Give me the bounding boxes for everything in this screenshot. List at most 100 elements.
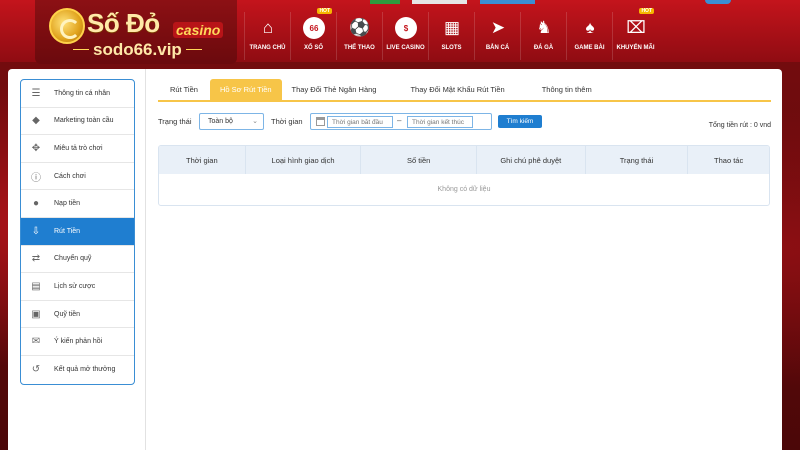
nav-item-casino-chip[interactable]: $ LIVE CASINO — [382, 12, 428, 60]
tab-1[interactable]: Rút Tiền — [158, 79, 210, 100]
sidebar-item-11[interactable]: ↺ Kết quả mở thưởng — [21, 356, 134, 384]
nav-item-gift[interactable]: ⌧ KHUYẾN MÃI HOT — [612, 8, 658, 60]
info-icon: ⓘ — [31, 172, 41, 184]
piggy-bank-icon: ● — [32, 198, 40, 210]
top-grey-button[interactable] — [412, 0, 467, 4]
sidebar-item-label: Lịch sử cược — [54, 282, 96, 290]
sidebar-item-10[interactable]: ✉ Ý kiến phản hồi — [21, 328, 134, 356]
nav-label: ĐÁ GÀ — [533, 45, 554, 51]
lottery-ball-icon: 66 — [303, 17, 325, 39]
sidebar-item-label: Ý kiến phản hồi — [54, 338, 103, 346]
column-header[interactable]: Thao tác — [688, 146, 769, 174]
sidebar-item-label: Kết quả mở thưởng — [54, 366, 116, 374]
hot-badge: HOT — [317, 8, 332, 14]
fund-icon: ▣ — [31, 308, 41, 320]
nav-item-soccer-ball[interactable]: ⚽ THỂ THAO — [336, 12, 382, 60]
sidebar-item-1[interactable]: ☰ Thông tin cá nhân — [21, 80, 134, 108]
fish-icon: ➤ — [490, 18, 506, 37]
total-withdrawn: Tổng tiền rút : 0 vnd — [708, 122, 771, 129]
sidebar-item-label: Thông tin cá nhân — [54, 89, 111, 97]
sidebar-item-label: Cách chơi — [54, 172, 86, 180]
start-date-input[interactable] — [327, 116, 393, 128]
chat-bubble-icon: ✉ — [31, 336, 41, 348]
site-logo[interactable]: Số Đỏ casino sodo66.vip — [35, 0, 237, 64]
soccer-ball-icon: ⚽ — [349, 18, 371, 37]
end-date-input[interactable] — [407, 116, 473, 128]
search-button[interactable]: Tìm kiếm — [498, 115, 542, 128]
nav-item-playing-cards[interactable]: ♠ GAME BÀI — [566, 12, 612, 60]
logo-coin-icon — [49, 8, 85, 44]
rooster-icon: ♞ — [536, 18, 552, 37]
column-header[interactable]: Loại hình giao dịch — [246, 146, 362, 174]
top-blue-button[interactable] — [480, 0, 535, 4]
home-icon: ⌂ — [262, 18, 274, 37]
sidebar-item-label: Nạp tiền — [54, 200, 81, 208]
sidebar-item-8[interactable]: ▤ Lịch sử cược — [21, 273, 134, 301]
hot-badge: HOT — [639, 8, 654, 14]
date-range-picker: – — [310, 113, 492, 130]
nav-item-fish[interactable]: ➤ BẮN CÁ — [474, 12, 520, 60]
table-header: Thời gian Loại hình giao dịch Số tiền Ghi c… — [159, 146, 769, 174]
nav-item-lottery-ball[interactable]: 66 XỔ SỐ HOT — [290, 8, 336, 60]
account-panel: ☰ Thông tin cá nhân ◆ Marketing toàn cầu ✥ Mi… — [8, 69, 782, 450]
sidebar-item-label: Quỹ tiền — [54, 310, 81, 318]
gift-icon: ⌧ — [626, 18, 646, 37]
status-select[interactable]: Toàn bộ ⌄ — [199, 113, 264, 130]
nav-item-slot-machine[interactable]: ▦ SLOTS — [428, 12, 474, 60]
history-list-icon: ▤ — [31, 280, 41, 292]
sidebar-item-3[interactable]: ✥ Miêu tả trò chơi — [21, 135, 134, 163]
column-header[interactable]: Số tiền — [361, 146, 477, 174]
main-nav: ⌂ TRANG CHỦ 66 XỔ SỐ HOT ⚽ THỂ THAO $ LIVE CASIN… — [244, 8, 658, 60]
nav-item-home[interactable]: ⌂ TRANG CHỦ — [244, 12, 290, 60]
column-header[interactable]: Thời gian — [159, 146, 246, 174]
tab-5[interactable]: Thông tin thêm — [529, 79, 605, 100]
tab-3[interactable]: Thay Đổi Thẻ Ngân Hàng — [282, 79, 387, 100]
casino-chip-icon: $ — [395, 17, 417, 39]
user-card-icon: ☰ — [31, 87, 41, 99]
sidebar-item-6[interactable]: ⇩ Rút Tiền — [21, 217, 134, 246]
date-range-separator: – — [397, 116, 402, 125]
sidebar-item-5[interactable]: ● Nạp tiền — [21, 190, 134, 218]
logo-title: Số Đỏ — [87, 8, 160, 38]
column-header[interactable]: Trạng thái — [586, 146, 689, 174]
slot-machine-icon: ▦ — [443, 18, 461, 37]
nav-item-rooster[interactable]: ♞ ĐÁ GÀ — [520, 12, 566, 60]
tab-bar: Rút Tiền Hồ Sơ Rút Tiền Thay Đổi Thẻ Ngân … — [158, 79, 771, 102]
sidebar-item-label: Miêu tả trò chơi — [54, 144, 103, 152]
sidebar-item-9[interactable]: ▣ Quỹ tiền — [21, 301, 134, 329]
sidebar-item-4[interactable]: ⓘ Cách chơi — [21, 163, 134, 191]
nav-label: XỔ SỐ — [303, 45, 323, 51]
top-green-button[interactable] — [370, 0, 400, 4]
transfer-icon: ⇄ — [31, 253, 41, 265]
column-header[interactable]: Ghi chú phê duyệt — [477, 146, 586, 174]
filter-bar: Trạng thái Toàn bộ ⌄ Thời gian – Tìm kiế… — [158, 113, 771, 131]
top-user-button[interactable] — [705, 0, 731, 4]
nav-label: BẮN CÁ — [485, 45, 510, 51]
gamepad-icon: ✥ — [31, 142, 41, 154]
empty-state: Không có dữ liệu — [437, 186, 491, 193]
sidebar-item-label: Rút Tiền — [54, 227, 81, 235]
chevron-down-icon: ⌄ — [252, 118, 258, 125]
site-header: Số Đỏ casino sodo66.vip ⌂ TRANG CHỦ 66 XỔ S… — [0, 0, 800, 64]
nav-label: THỂ THAO — [344, 45, 375, 51]
calendar-icon[interactable] — [316, 117, 325, 126]
sidebar-item-2[interactable]: ◆ Marketing toàn cầu — [21, 108, 134, 136]
sidebar-item-7[interactable]: ⇄ Chuyển quỹ — [21, 246, 134, 274]
status-select-value: Toàn bộ — [208, 118, 233, 125]
nav-label: TRANG CHỦ — [249, 45, 286, 51]
logo-domain: sodo66.vip — [73, 40, 202, 59]
playing-cards-icon: ♠ — [585, 18, 595, 37]
sidebar-item-label: Chuyển quỹ — [54, 255, 92, 263]
diamond-icon: ◆ — [32, 115, 40, 127]
sidebar: ☰ Thông tin cá nhân ◆ Marketing toàn cầu ✥ Mi… — [8, 69, 146, 450]
logo-casino-badge: casino — [173, 22, 224, 38]
sidebar-item-label: Marketing toàn cầu — [54, 117, 114, 125]
withdraw-history-content: Rút Tiền Hồ Sơ Rút Tiền Thay Đổi Thẻ Ngân … — [158, 69, 771, 450]
nav-label: LIVE CASINO — [386, 45, 425, 51]
status-filter-label: Trạng thái — [158, 117, 192, 126]
withdraw-history-table: Thời gian Loại hình giao dịch Số tiền Ghi c… — [158, 145, 770, 206]
tab-2[interactable]: Hồ Sơ Rút Tiền — [209, 79, 282, 100]
time-filter-label: Thời gian — [271, 117, 303, 126]
tab-4[interactable]: Thay Đổi Mật Khẩu Rút Tiền — [386, 79, 528, 100]
clock-history-icon: ↺ — [31, 364, 41, 376]
